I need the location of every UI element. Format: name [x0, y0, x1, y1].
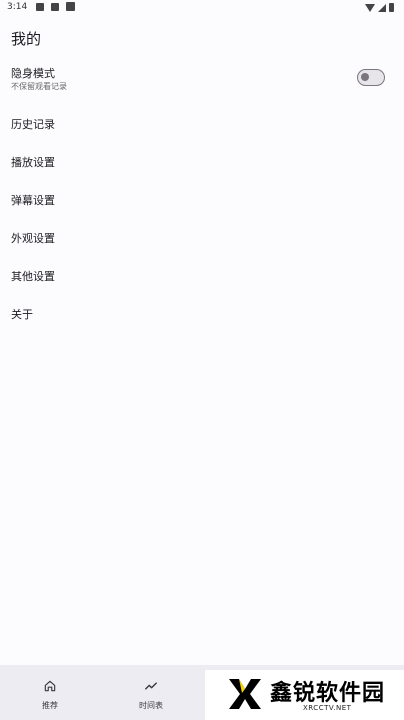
- menu-item-about[interactable]: 关于: [0, 293, 404, 331]
- menu-item-appearance-settings[interactable]: 外观设置: [0, 217, 404, 255]
- watermark-subtitle: XRCCTV.NET: [303, 704, 352, 712]
- menu-item-label: 弹幕设置: [11, 194, 55, 207]
- nav-label: 推荐: [42, 701, 58, 710]
- trending-icon: [145, 682, 157, 690]
- menu-item-label: 播放设置: [11, 156, 55, 169]
- battery-icon: [389, 3, 394, 12]
- menu-item-label: 外观设置: [11, 232, 55, 245]
- status-bar: 3:14: [0, 0, 404, 16]
- wifi-icon: [365, 3, 375, 12]
- status-indicators: [365, 3, 394, 12]
- signal-icon: [378, 3, 386, 12]
- incognito-row[interactable]: 隐身模式 不保留观看记录: [0, 58, 404, 96]
- incognito-label: 隐身模式: [11, 67, 55, 80]
- home-icon: [44, 680, 56, 692]
- menu-item-playback-settings[interactable]: 播放设置: [0, 141, 404, 179]
- nav-label: 时间表: [139, 701, 163, 710]
- menu-item-other-settings[interactable]: 其他设置: [0, 255, 404, 293]
- notification-icon: [51, 3, 59, 11]
- menu-item-label: 其他设置: [11, 270, 55, 283]
- nav-item-schedule[interactable]: 时间表: [101, 665, 201, 720]
- status-time: 3:14: [7, 2, 28, 12]
- notification-icon: [36, 3, 44, 11]
- page-title: 我的: [11, 30, 42, 48]
- toggle-knob: [361, 73, 369, 81]
- incognito-toggle[interactable]: [357, 69, 385, 86]
- watermark-logo: 鑫锐软件园 XRCCTV.NET: [205, 670, 404, 720]
- nav-item-recommend[interactable]: 推荐: [0, 665, 100, 720]
- incognito-sublabel: 不保留观看记录: [11, 82, 67, 91]
- menu-item-label: 关于: [11, 308, 33, 321]
- menu-item-danmaku-settings[interactable]: 弹幕设置: [0, 179, 404, 217]
- logo-x-icon: [229, 679, 261, 709]
- watermark-title: 鑫锐软件园: [270, 681, 386, 706]
- menu-item-label: 历史记录: [11, 118, 55, 131]
- menu-item-history[interactable]: 历史记录: [0, 103, 404, 141]
- app-notification-icon: [66, 2, 75, 11]
